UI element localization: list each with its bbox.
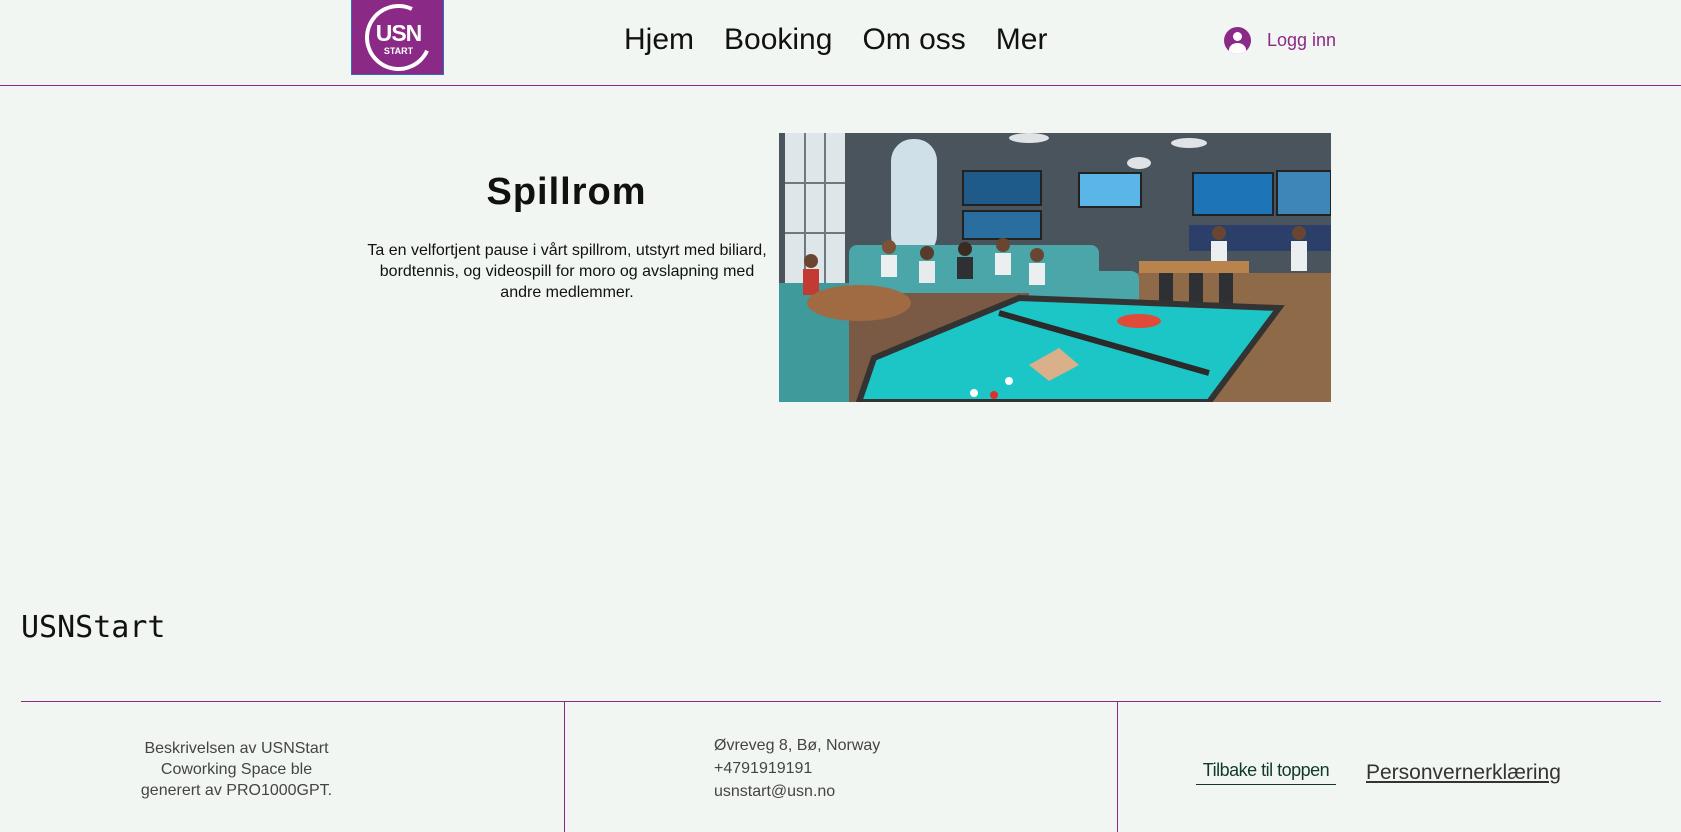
game-room-illustration bbox=[779, 133, 1331, 402]
logo-sub-text: START bbox=[383, 46, 414, 56]
page-description: Ta en velfortjent pause i vårt spillrom,… bbox=[367, 242, 767, 301]
footer-address: Øvreveg 8, Bø, Norway bbox=[714, 737, 881, 754]
login-label: Logg inn bbox=[1267, 29, 1337, 50]
footer-brand: USNStart bbox=[21, 610, 166, 645]
usn-start-logo[interactable]: USN START bbox=[351, 0, 444, 81]
login-button[interactable]: Logg inn bbox=[1224, 25, 1336, 55]
footer-description: Beskrivelsen av USNStart Coworking Space… bbox=[140, 740, 333, 799]
user-avatar-icon bbox=[1224, 26, 1251, 54]
footer-contact: Øvreveg 8, Bø, Norway +4791919191 usnsta… bbox=[714, 734, 880, 803]
nav-item-booking[interactable]: Booking bbox=[724, 20, 832, 60]
footer-phone[interactable]: +4791919191 bbox=[714, 757, 880, 780]
nav-item-om-oss[interactable]: Om oss bbox=[862, 20, 965, 60]
page-title: Spillrom bbox=[486, 171, 647, 213]
privacy-policy-link[interactable]: Personvernerklæring bbox=[1366, 761, 1561, 785]
back-to-top-link[interactable]: Tilbake til toppen bbox=[1196, 760, 1336, 785]
footer-column-divider-1 bbox=[564, 701, 565, 832]
logo-main-text: USN bbox=[375, 20, 423, 46]
nav-item-mer[interactable]: Mer bbox=[996, 20, 1048, 60]
footer-email[interactable]: usnstart@usn.no bbox=[714, 780, 880, 803]
footer-divider bbox=[21, 701, 1661, 702]
site-header: USN START Hjem Booking Om oss Mer Logg i… bbox=[0, 0, 1681, 86]
main-nav: Hjem Booking Om oss Mer bbox=[624, 20, 1077, 60]
game-room-image bbox=[779, 133, 1331, 402]
footer-column-divider-2 bbox=[1117, 701, 1118, 832]
nav-item-hjem[interactable]: Hjem bbox=[624, 20, 694, 60]
